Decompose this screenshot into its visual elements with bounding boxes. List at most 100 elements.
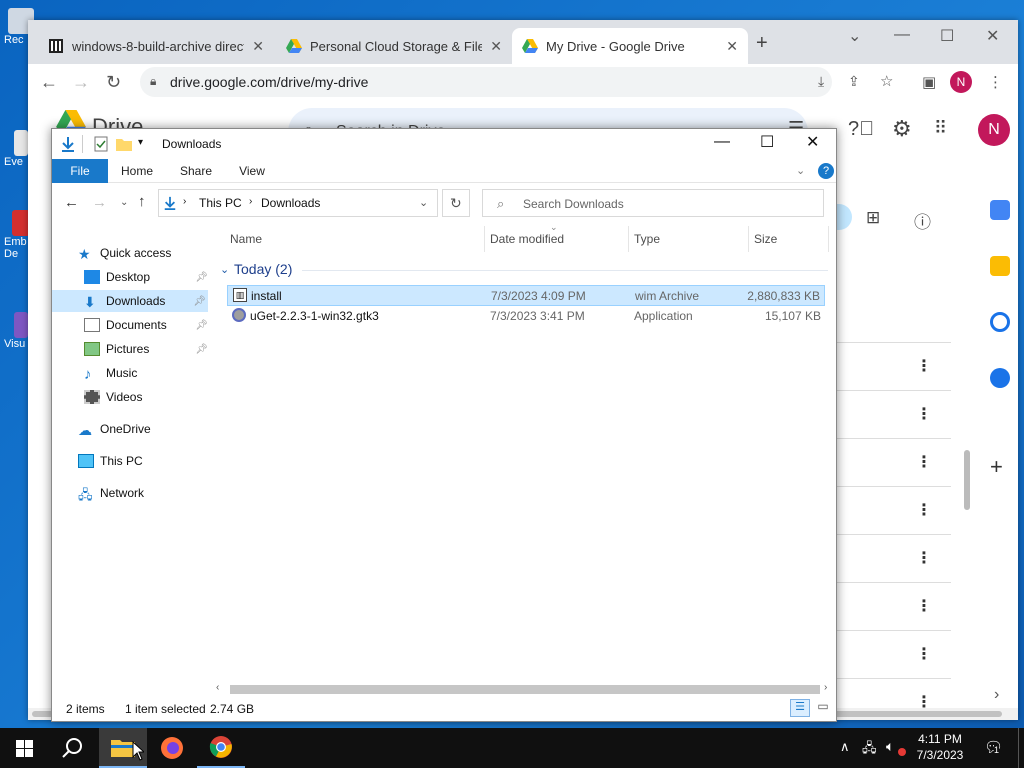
help-icon[interactable]: ?⃝ [848, 118, 874, 141]
bookmark-star-icon[interactable]: ☆ [880, 72, 893, 90]
contacts-icon[interactable] [990, 368, 1010, 388]
show-desktop-button[interactable] [1018, 728, 1024, 768]
column-divider[interactable] [484, 226, 485, 252]
scroll-right-icon[interactable]: › [824, 682, 827, 693]
start-button[interactable] [0, 728, 48, 768]
large-icons-view-button[interactable]: ▭ [814, 699, 832, 717]
desktop-icon-eve[interactable]: Eve [0, 130, 30, 168]
tab-archive[interactable]: windows-8-build-archive directo ✕ [38, 28, 274, 64]
side-panel-icon[interactable]: ▣ [922, 73, 936, 91]
breadcrumb-this-pc[interactable]: This PC [199, 196, 242, 210]
close-tab-icon[interactable]: ✕ [726, 38, 738, 55]
up-directory-button[interactable]: ↑ [138, 193, 146, 210]
expand-panel-icon[interactable]: › [994, 686, 999, 704]
back-button[interactable]: ← [40, 72, 58, 93]
ribbon-tab-file[interactable]: File [52, 159, 108, 183]
desktop-icon-visu[interactable]: Visu [0, 312, 30, 350]
drive-profile-avatar[interactable]: N [978, 114, 1010, 146]
nav-network[interactable]: 🖧︎ Network [78, 486, 144, 502]
column-header-type[interactable]: Type [634, 232, 660, 246]
tasks-icon[interactable] [990, 312, 1010, 332]
grid-view-icon[interactable]: ⊞ [866, 208, 880, 228]
explorer-forward-button[interactable]: → [92, 194, 107, 211]
explorer-close-button[interactable]: ✕ [806, 132, 819, 152]
column-header-date-modified[interactable]: Date modified [490, 232, 564, 246]
row-more-icon[interactable]: ⋮ [916, 548, 932, 568]
breadcrumb-separator-icon[interactable]: › [249, 196, 252, 207]
show-hidden-icons[interactable]: ∧ [840, 739, 850, 755]
omnibox[interactable]: 🔒︎ drive.google.com/drive/my-drive ⤓ ⇪ ☆ [140, 67, 893, 97]
nav-pictures[interactable]: Pictures 📌︎ [84, 342, 208, 356]
column-divider[interactable] [748, 226, 749, 252]
taskbar-chrome[interactable] [197, 728, 245, 768]
pin-icon[interactable]: 📌︎ [193, 296, 206, 307]
search-downloads-box[interactable]: ⌕ Search Downloads [482, 189, 824, 217]
ribbon-tab-share[interactable]: Share [174, 159, 218, 183]
breadcrumb-separator-icon[interactable]: › [183, 196, 186, 207]
column-header-name[interactable]: Name [230, 232, 262, 246]
explorer-minimize-button[interactable]: — [714, 133, 730, 151]
column-divider[interactable] [628, 226, 629, 252]
properties-icon[interactable] [94, 136, 108, 152]
nav-this-pc[interactable]: This PC [78, 454, 143, 468]
explorer-back-button[interactable]: ← [64, 194, 79, 211]
scroll-left-icon[interactable]: ‹ [216, 682, 219, 693]
settings-gear-icon[interactable]: ⚙ [892, 116, 912, 142]
nav-onedrive[interactable]: ☁ OneDrive [78, 422, 151, 438]
pin-icon[interactable]: 📌︎ [195, 320, 208, 331]
row-more-icon[interactable]: ⋮ [916, 356, 932, 376]
nav-documents[interactable]: Documents 📌︎ [84, 318, 208, 332]
share-icon[interactable]: ⇪ [848, 73, 860, 90]
url-text[interactable]: drive.google.com/drive/my-drive [170, 74, 368, 90]
help-icon[interactable]: ? [818, 163, 834, 179]
collapse-group-icon[interactable]: ⌄ [220, 263, 229, 276]
download-arrow-icon[interactable] [60, 136, 76, 152]
minimize-button[interactable]: — [894, 26, 910, 44]
column-header-size[interactable]: Size [754, 232, 777, 246]
profile-avatar[interactable]: N [950, 71, 972, 93]
address-dropdown-icon[interactable]: ⌄ [419, 196, 428, 209]
recent-locations-icon[interactable]: ⌄ [120, 197, 128, 208]
tab-search-icon[interactable]: ⌄ [848, 26, 861, 46]
new-tab-button[interactable]: + [756, 32, 768, 55]
nav-videos[interactable]: Videos [84, 390, 142, 404]
nav-downloads[interactable]: ⬇ Downloads 📌︎ [52, 290, 208, 312]
maximize-button[interactable]: ☐ [940, 26, 954, 46]
scrollbar-thumb[interactable] [230, 685, 820, 694]
view-toggle[interactable] [836, 204, 852, 230]
clock[interactable]: 4:11 PM 7/3/2023 [908, 731, 972, 763]
column-divider[interactable] [828, 226, 829, 252]
calendar-icon[interactable] [990, 200, 1010, 220]
desktop-icon-recycle-bin[interactable]: Rec [0, 8, 34, 46]
close-window-button[interactable]: ✕ [986, 26, 999, 46]
nav-desktop[interactable]: Desktop 📌︎ [84, 270, 208, 284]
drive-scrollbar[interactable] [964, 450, 970, 510]
apps-grid-icon[interactable]: ⠿ [934, 118, 947, 139]
desktop-icon-emb[interactable]: Emb De [0, 210, 30, 260]
nav-quick-access[interactable]: ★ Quick access [78, 246, 171, 262]
address-bar[interactable]: › This PC › Downloads ⌄ [158, 189, 438, 217]
quick-access-dropdown-icon[interactable]: ▾ [138, 137, 143, 148]
row-more-icon[interactable]: ⋮ [916, 596, 932, 616]
pin-icon[interactable]: 📌︎ [195, 272, 208, 283]
taskbar-search-button[interactable] [48, 728, 96, 768]
install-icon[interactable]: ⤓ [818, 73, 824, 90]
notification-center-button[interactable]: 💬︎ 1 [984, 738, 1004, 756]
keep-icon[interactable] [990, 256, 1010, 276]
file-row-uget[interactable]: uGet-2.2.3-1-win32.gtk3 7/3/2023 3:41 PM… [227, 306, 825, 327]
new-folder-icon[interactable] [116, 137, 132, 151]
ribbon-tab-view[interactable]: View [230, 159, 274, 183]
forward-button[interactable]: → [72, 72, 90, 93]
info-icon[interactable]: ⓘ [914, 208, 931, 233]
details-view-button[interactable]: ☰ [790, 699, 810, 717]
add-ons-plus-icon[interactable]: + [990, 454, 1003, 480]
taskbar-firefox[interactable] [148, 728, 196, 768]
network-status-icon[interactable]: 🖧︎ [862, 739, 877, 761]
close-tab-icon[interactable]: ✕ [490, 38, 502, 55]
file-row-install[interactable]: ▥ install 7/3/2023 4:09 PM wim Archive 2… [227, 285, 825, 306]
refresh-button[interactable]: ↻ [442, 189, 470, 217]
row-more-icon[interactable]: ⋮ [916, 500, 932, 520]
ribbon-tab-home[interactable]: Home [114, 159, 160, 183]
row-more-icon[interactable]: ⋮ [916, 644, 932, 664]
expand-ribbon-icon[interactable]: ⌄ [796, 164, 805, 177]
